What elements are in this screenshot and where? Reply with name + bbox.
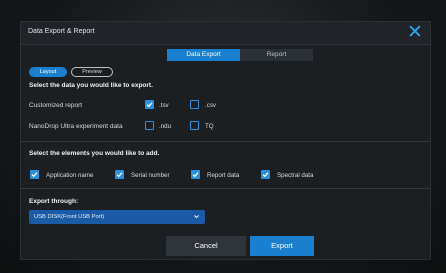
section-divider (21, 188, 430, 189)
ndu-checkbox[interactable] (145, 121, 154, 130)
tsv-label: .tsv (159, 102, 169, 109)
check-icon (116, 172, 123, 178)
layout-toggle[interactable]: Layout (29, 67, 67, 77)
dialog-titlebar: Data Export & Report ✕ (21, 22, 430, 45)
customized-report-label: Customized report (29, 102, 83, 109)
check-icon (146, 102, 153, 108)
nanodrop-data-label: NanoDrop Ultra experiment data (29, 123, 123, 130)
spectral-data-checkbox[interactable] (261, 170, 270, 179)
close-icon[interactable]: ✕ (406, 23, 424, 42)
csv-label: .csv (205, 102, 217, 109)
tab-report[interactable]: Report (240, 49, 313, 61)
data-section-heading: Select the data you would like to export… (29, 82, 153, 89)
export-report-dialog: Data Export & Report ✕ Data Export Repor… (20, 21, 431, 260)
check-icon (192, 172, 199, 178)
tab-data-export[interactable]: Data Export (167, 49, 240, 61)
tsv-checkbox[interactable] (145, 100, 154, 109)
ndu-label: .ndu (159, 123, 172, 130)
serial-number-checkbox[interactable] (115, 170, 124, 179)
section-divider (21, 141, 430, 142)
export-button[interactable]: Export (250, 236, 314, 256)
report-data-checkbox[interactable] (191, 170, 200, 179)
check-icon (262, 172, 269, 178)
tab-bar: Data Export Report (167, 49, 313, 61)
export-destination-select[interactable]: USB DISK(Front USB Port) (29, 210, 205, 224)
check-icon (31, 172, 38, 178)
chevron-down-icon (194, 215, 199, 219)
dialog-title: Data Export & Report (28, 28, 95, 35)
spectral-data-label: Spectral data (277, 172, 314, 179)
csv-checkbox[interactable] (190, 100, 199, 109)
export-destination-value: USB DISK(Front USB Port) (34, 214, 105, 220)
elements-section-heading: Select the elements you would like to ad… (29, 150, 160, 157)
application-name-label: Application name (46, 172, 94, 179)
report-data-label: Report data (207, 172, 240, 179)
tq-label: TQ (205, 123, 214, 130)
application-name-checkbox[interactable] (30, 170, 39, 179)
view-toggle: Layout Preview (29, 67, 113, 77)
export-through-heading: Export through: (29, 198, 79, 205)
tq-checkbox[interactable] (190, 121, 199, 130)
serial-number-label: Serial number (131, 172, 170, 179)
cancel-button[interactable]: Cancel (166, 236, 246, 256)
preview-toggle[interactable]: Preview (71, 67, 113, 77)
